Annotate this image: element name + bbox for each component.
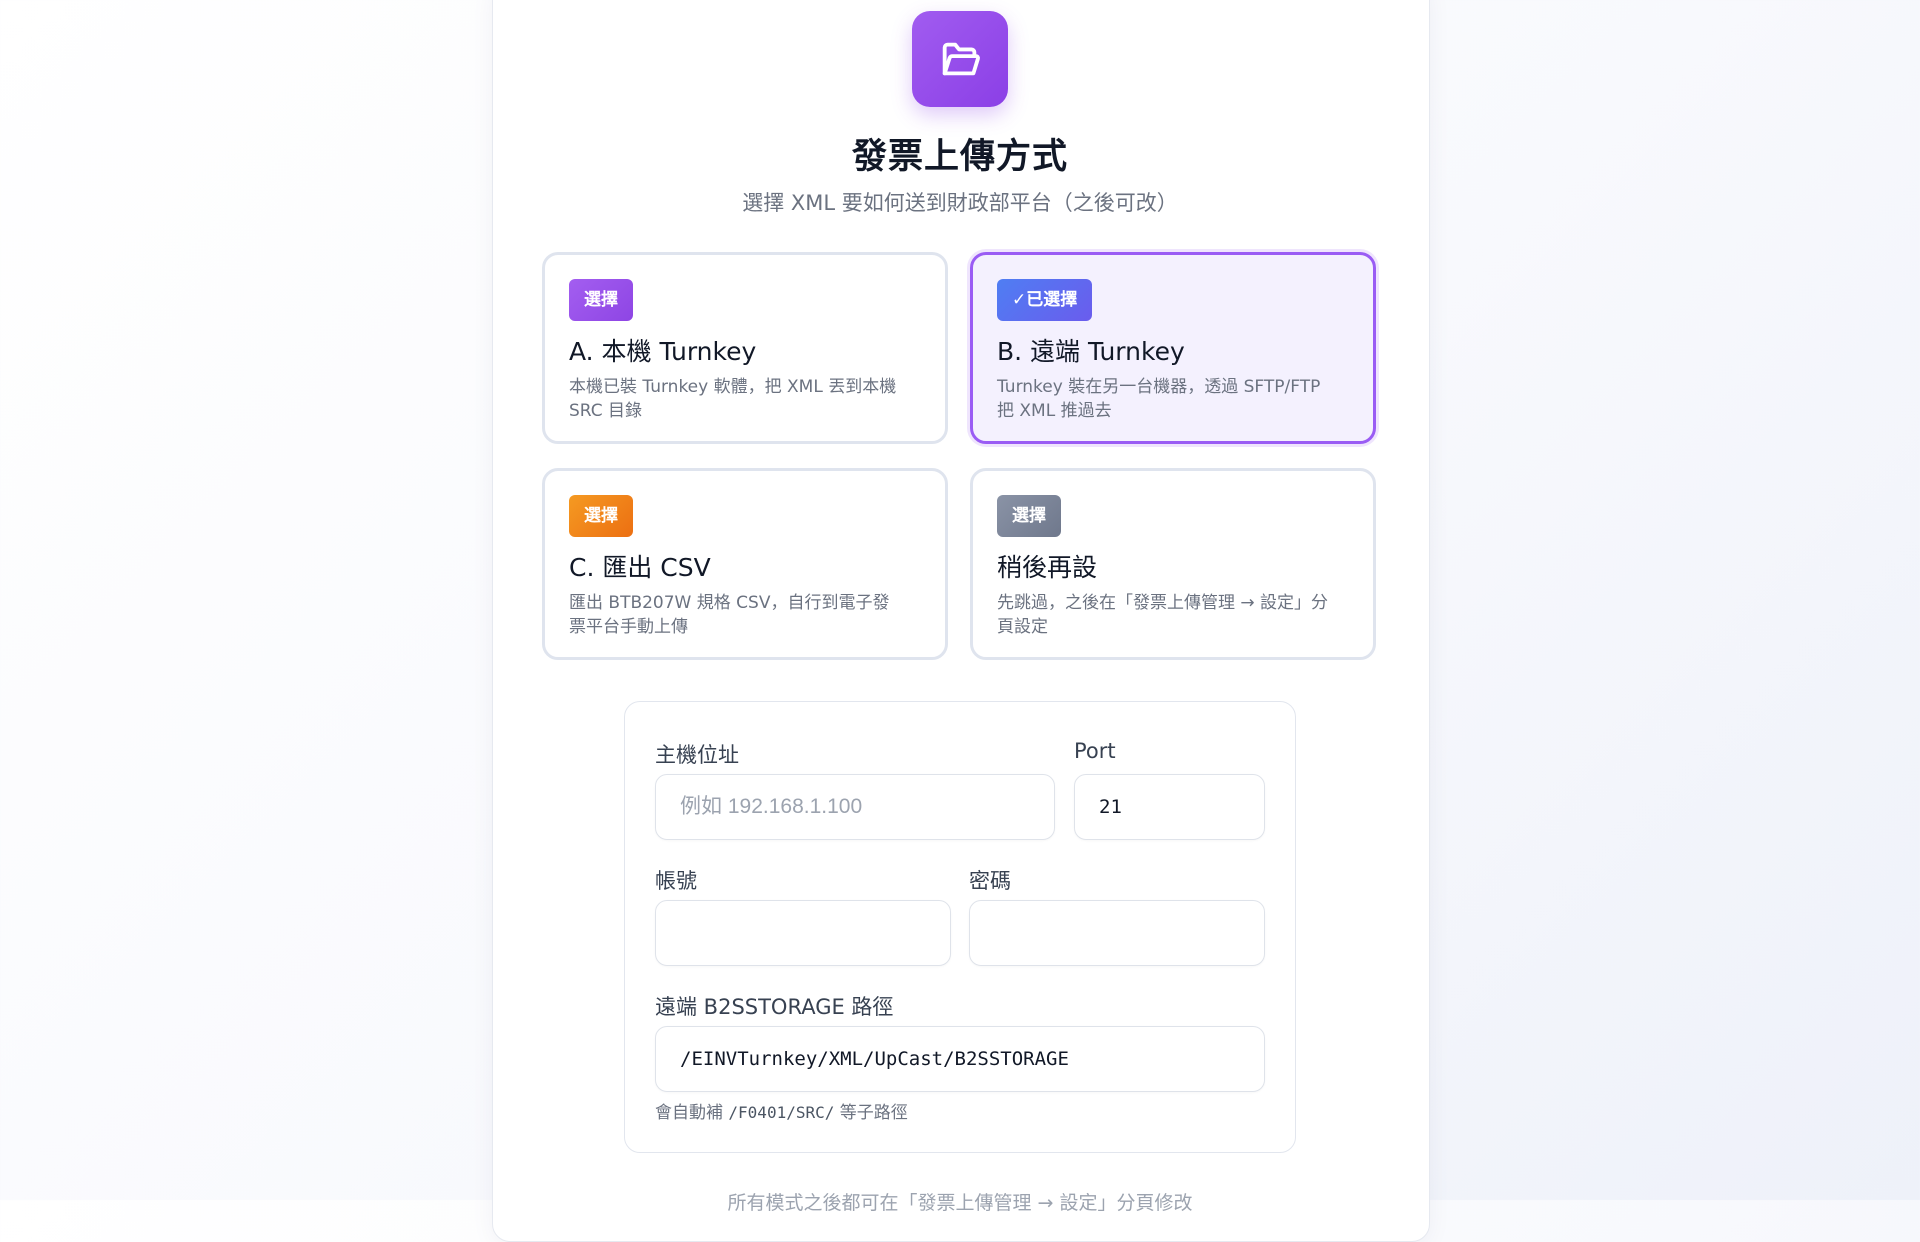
folder-open-icon xyxy=(942,42,980,76)
option-title: A. 本機 Turnkey xyxy=(569,337,757,366)
option-card-local-turnkey[interactable]: 選擇 A. 本機 Turnkey 本機已裝 Turnkey 軟體，把 XML 丟… xyxy=(542,252,948,444)
selected-badge[interactable]: ✓已選擇 xyxy=(997,279,1093,321)
option-description: 匯出 BTB207W 規格 CSV，自行到電子發票平台手動上傳 xyxy=(569,593,890,637)
select-badge[interactable]: 選擇 xyxy=(997,495,1061,537)
select-badge[interactable]: 選擇 xyxy=(569,495,633,537)
port-input[interactable] xyxy=(1074,774,1265,840)
app-logo xyxy=(912,11,1008,107)
hint-suffix: 等子路徑 xyxy=(839,1103,908,1123)
host-input[interactable] xyxy=(655,774,1055,840)
option-description: 先跳過，之後在「發票上傳管理 → 設定」分頁設定 xyxy=(997,593,1329,637)
host-label: 主機位址 xyxy=(655,743,739,767)
hint-code: /F0401/SRC/ xyxy=(728,1103,835,1122)
path-hint: 會自動補 /F0401/SRC/ 等子路徑 xyxy=(655,1098,908,1123)
option-title: 稍後再設 xyxy=(997,553,1098,582)
password-label: 密碼 xyxy=(969,869,1011,893)
remote-path-input[interactable] xyxy=(655,1026,1265,1092)
remote-path-label: 遠端 B2SSTORAGE 路徑 xyxy=(655,995,894,1019)
option-description: Turnkey 裝在另一台機器，透過 SFTP/FTP 把 XML 推過去 xyxy=(997,377,1321,421)
page-title: 發票上傳方式 xyxy=(851,137,1068,177)
password-input[interactable] xyxy=(969,900,1265,966)
option-title: C. 匯出 CSV xyxy=(569,553,711,582)
username-label: 帳號 xyxy=(655,869,697,893)
hint-prefix: 會自動補 xyxy=(655,1103,723,1123)
option-card-remote-turnkey[interactable]: ✓已選擇 B. 遠端 Turnkey Turnkey 裝在另一台機器，透過 SF… xyxy=(970,252,1376,444)
select-badge[interactable]: 選擇 xyxy=(569,279,633,321)
footer-note: 所有模式之後都可在「發票上傳管理 → 設定」分頁修改 xyxy=(727,1192,1193,1214)
option-card-setup-later[interactable]: 選擇 稍後再設 先跳過，之後在「發票上傳管理 → 設定」分頁設定 xyxy=(970,468,1376,660)
port-label: Port xyxy=(1074,739,1116,763)
username-input[interactable] xyxy=(655,900,951,966)
option-card-export-csv[interactable]: 選擇 C. 匯出 CSV 匯出 BTB207W 規格 CSV，自行到電子發票平台… xyxy=(542,468,948,660)
option-description: 本機已裝 Turnkey 軟體，把 XML 丟到本機 SRC 目錄 xyxy=(569,377,897,421)
page-subtitle: 選擇 XML 要如何送到財政部平台（之後可改） xyxy=(742,191,1178,215)
option-title: B. 遠端 Turnkey xyxy=(997,337,1185,366)
